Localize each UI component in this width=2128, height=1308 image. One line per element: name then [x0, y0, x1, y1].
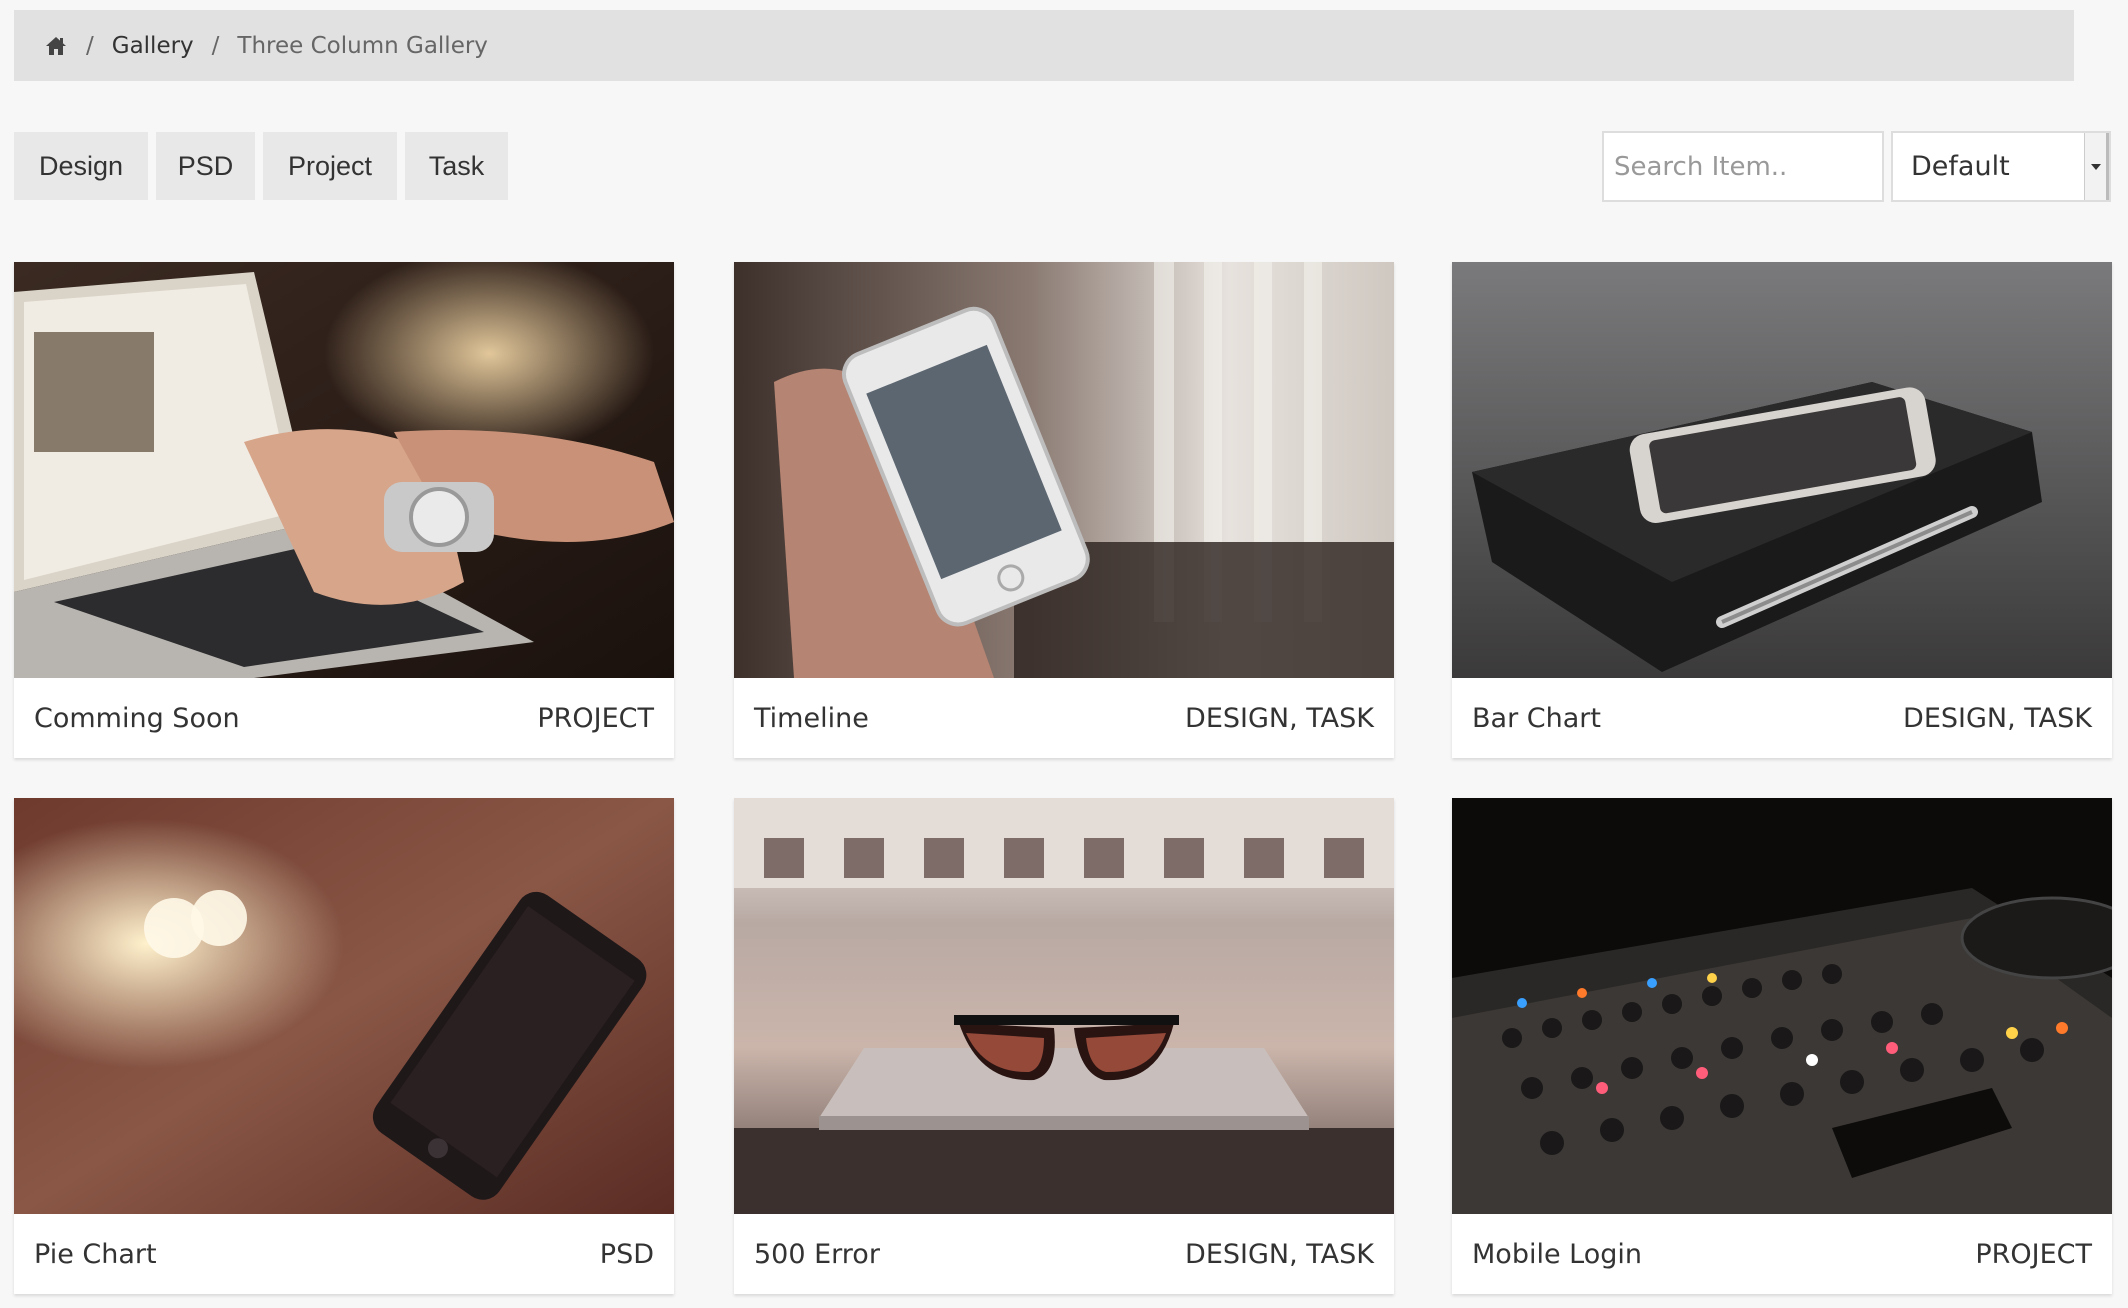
gallery-card[interactable]: Mobile Login PROJECT: [1452, 798, 2112, 1294]
card-caption: Pie Chart PSD: [14, 1214, 674, 1294]
filter-bar: Design PSD Project Task: [14, 132, 508, 200]
search-input[interactable]: [1602, 131, 1884, 202]
breadcrumb-current-page: Three Column Gallery: [237, 32, 488, 59]
breadcrumb-separator: /: [86, 32, 94, 59]
caret-down-icon[interactable]: [2084, 133, 2109, 200]
card-tags: PROJECT: [537, 702, 654, 734]
breadcrumb-separator: /: [211, 32, 220, 59]
gallery-card[interactable]: Bar Chart DESIGN, TASK: [1452, 262, 2112, 758]
breadcrumb: / Gallery / Three Column Gallery: [14, 10, 2074, 81]
dark-phone-photo[interactable]: [14, 798, 674, 1214]
card-title[interactable]: Comming Soon: [34, 703, 240, 734]
home-icon[interactable]: [44, 34, 68, 58]
card-caption: Bar Chart DESIGN, TASK: [1452, 678, 2112, 758]
sort-select[interactable]: Default: [1891, 131, 2111, 202]
card-tags: PSD: [599, 1238, 654, 1270]
card-caption: 500 Error DESIGN, TASK: [734, 1214, 1394, 1294]
card-title[interactable]: 500 Error: [754, 1239, 880, 1270]
gallery-card[interactable]: 500 Error DESIGN, TASK: [734, 798, 1394, 1294]
gallery-card[interactable]: Timeline DESIGN, TASK: [734, 262, 1394, 758]
filter-task-button[interactable]: Task: [405, 132, 508, 200]
gallery-card[interactable]: Pie Chart PSD: [14, 798, 674, 1294]
card-tags: DESIGN, TASK: [1185, 702, 1374, 734]
filter-project-button[interactable]: Project: [263, 132, 397, 200]
card-tags: DESIGN, TASK: [1185, 1238, 1374, 1270]
dj-mixer-photo[interactable]: [1452, 798, 2112, 1214]
card-tags: PROJECT: [1975, 1238, 2092, 1270]
phone-on-notebook-photo[interactable]: [1452, 262, 2112, 678]
card-title[interactable]: Mobile Login: [1472, 1239, 1642, 1270]
hand-holding-phone-photo[interactable]: [734, 262, 1394, 678]
card-title[interactable]: Pie Chart: [34, 1239, 157, 1270]
card-caption: Comming Soon PROJECT: [14, 678, 674, 758]
filter-psd-button[interactable]: PSD: [156, 132, 255, 200]
card-caption: Timeline DESIGN, TASK: [734, 678, 1394, 758]
breadcrumb-gallery-link[interactable]: Gallery: [112, 33, 194, 59]
card-tags: DESIGN, TASK: [1903, 702, 2092, 734]
card-caption: Mobile Login PROJECT: [1452, 1214, 2112, 1294]
gallery-card[interactable]: Comming Soon PROJECT: [14, 262, 674, 758]
sunglasses-on-laptop-photo[interactable]: [734, 798, 1394, 1214]
card-title[interactable]: Bar Chart: [1472, 703, 1601, 734]
laptop-typing-photo[interactable]: [14, 262, 674, 678]
sort-select-value: Default: [1911, 151, 2010, 182]
filter-design-button[interactable]: Design: [14, 132, 148, 200]
card-title[interactable]: Timeline: [754, 703, 869, 734]
